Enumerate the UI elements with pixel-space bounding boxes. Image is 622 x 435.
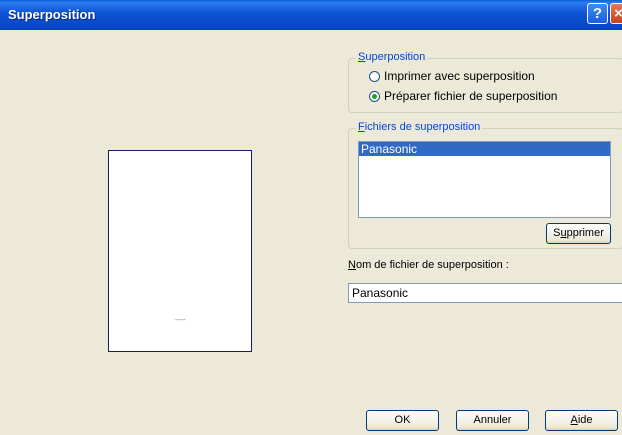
superposition-group: Superposition Imprimer avec superpositio… — [348, 51, 622, 113]
window-title: Superposition — [8, 7, 96, 22]
filename-input[interactable]: Panasonic — [348, 283, 622, 303]
ok-button[interactable]: OK — [366, 410, 439, 431]
filename-label: Nom de fichier de superposition : — [348, 259, 509, 271]
close-icon[interactable]: × — [610, 3, 622, 24]
radio-label: Préparer fichier de superposition — [384, 89, 558, 103]
overlay-files-group-legend: Fichiers de superposition — [356, 121, 483, 133]
radio-button-selected[interactable] — [369, 90, 380, 102]
help-button[interactable]: Aide — [545, 410, 618, 431]
help-icon[interactable]: ? — [587, 3, 608, 24]
overlay-files-list[interactable]: Panasonic — [358, 141, 611, 218]
preview-area: ---- — [0, 30, 340, 435]
cancel-button[interactable]: Annuler — [456, 410, 529, 431]
radio-prepare-overlay-file[interactable]: Préparer fichier de superposition — [369, 89, 557, 103]
page-preview: ---- — [108, 150, 252, 352]
delete-button[interactable]: Supprimer — [546, 223, 611, 244]
radio-print-with-overlay[interactable]: Imprimer avec superposition — [369, 69, 535, 83]
title-bar: Superposition ? × — [0, 0, 622, 30]
overlay-files-group: Fichiers de superposition Panasonic Supp… — [348, 121, 622, 249]
list-item[interactable]: Panasonic — [359, 142, 610, 156]
radio-button[interactable] — [369, 70, 380, 82]
radio-label: Imprimer avec superposition — [384, 69, 535, 83]
superposition-group-legend: Superposition — [356, 51, 428, 63]
page-preview-marker: ---- — [175, 315, 186, 324]
